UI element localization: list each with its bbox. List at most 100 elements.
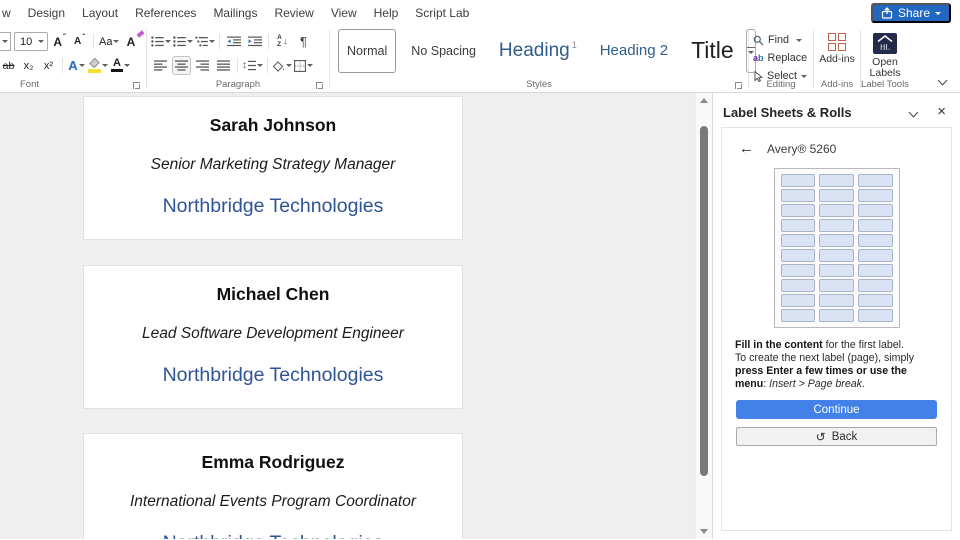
bullets-button[interactable] bbox=[151, 32, 171, 51]
strikethrough-button[interactable]: ab bbox=[0, 56, 17, 75]
font-name-combo[interactable] bbox=[0, 32, 11, 51]
align-center-button[interactable] bbox=[172, 56, 191, 75]
label-cell bbox=[819, 249, 854, 262]
align-right-button[interactable] bbox=[193, 56, 212, 75]
instruction-segment: To create the next label (page), simply bbox=[735, 352, 915, 364]
instruction-segment: Fill in the content bbox=[735, 339, 823, 351]
menu-tab-w[interactable]: w bbox=[2, 6, 11, 20]
menu-tab-script-lab[interactable]: Script Lab bbox=[415, 6, 469, 20]
ribbon: 10 Aˆ Aˇ Aa A ab x₂ x² A A Font A Z ↓ ¶ … bbox=[0, 25, 960, 93]
style-chip-normal[interactable]: Normal bbox=[338, 28, 397, 73]
change-case-button[interactable]: Aa bbox=[99, 32, 120, 51]
label-cell bbox=[857, 249, 893, 262]
borders-grid-icon bbox=[294, 59, 306, 72]
scroll-up-icon[interactable] bbox=[700, 98, 708, 103]
line-spacing-button[interactable]: ↕ bbox=[242, 56, 263, 75]
multilevel-list-button[interactable] bbox=[195, 32, 215, 51]
style-chip-title[interactable]: Title bbox=[683, 29, 742, 73]
label-cell bbox=[857, 234, 893, 247]
menu-tab-review[interactable]: Review bbox=[274, 6, 313, 20]
document-scrollbar[interactable] bbox=[695, 93, 712, 539]
font-dialog-launcher[interactable] bbox=[133, 82, 140, 89]
label-cell bbox=[819, 174, 854, 187]
font-size-combo[interactable]: 10 bbox=[14, 32, 48, 51]
chevron-down-icon bbox=[209, 40, 215, 43]
continue-button[interactable]: Continue bbox=[736, 400, 937, 419]
back-arrow-icon[interactable]: ← bbox=[739, 141, 754, 156]
editing-group-label: Editing bbox=[766, 79, 796, 90]
text-effects-button[interactable]: A bbox=[68, 56, 85, 75]
clear-formatting-button[interactable]: A bbox=[122, 30, 145, 51]
close-icon[interactable]: × bbox=[937, 104, 946, 119]
style-chip-heading-2[interactable]: Heading 2 bbox=[592, 29, 676, 73]
menu-tab-help[interactable]: Help bbox=[374, 6, 399, 20]
find-button[interactable]: Find bbox=[753, 31, 813, 49]
share-icon bbox=[881, 7, 893, 19]
font-color-icon: A bbox=[111, 57, 123, 73]
align-left-button[interactable] bbox=[151, 56, 170, 75]
share-button[interactable]: Share bbox=[870, 3, 951, 23]
label-company[interactable]: Northbridge Technologies bbox=[84, 362, 462, 388]
menu-tab-references[interactable]: References bbox=[135, 6, 196, 20]
label-card-1[interactable]: Sarah Johnson Senior Marketing Strategy M… bbox=[83, 96, 463, 240]
collapse-ribbon-icon[interactable] bbox=[937, 75, 948, 86]
change-case-icon: Aa bbox=[99, 35, 113, 48]
paragraph-group-label: Paragraph bbox=[215, 79, 261, 90]
label-company[interactable]: Northbridge Technologies bbox=[84, 193, 462, 219]
paragraph-group: AZ ↓ ¶ ↕ Paragraph bbox=[147, 25, 329, 92]
shading-button[interactable] bbox=[272, 56, 292, 75]
text-highlight-button[interactable] bbox=[88, 56, 108, 75]
styles-group: Normal No Spacing Heading 1 Heading 2 Title S… bbox=[330, 25, 756, 92]
font-group: 10 Aˆ Aˇ Aa A ab x₂ x² A A Font bbox=[0, 25, 146, 92]
document-canvas[interactable]: Sarah Johnson Senior Marketing Strategy M… bbox=[0, 93, 695, 539]
decrease-indent-button[interactable] bbox=[224, 32, 243, 51]
instruction-segment: Insert > Page break bbox=[769, 378, 862, 390]
label-name[interactable]: Emma Rodriguez bbox=[84, 450, 462, 474]
superscript-button[interactable]: x² bbox=[40, 56, 57, 75]
subscript-button[interactable]: x₂ bbox=[20, 56, 37, 75]
scrollbar-thumb[interactable] bbox=[700, 126, 708, 476]
increase-indent-button[interactable] bbox=[245, 32, 264, 51]
justify-button[interactable] bbox=[214, 56, 233, 75]
label-card-3[interactable]: Emma Rodriguez International Events Progr… bbox=[83, 433, 463, 539]
sort-button[interactable]: AZ ↓ bbox=[273, 32, 292, 51]
replace-label: Replace bbox=[767, 52, 808, 64]
styles-dialog-launcher[interactable] bbox=[735, 82, 742, 89]
label-title[interactable]: Senior Marketing Strategy Manager bbox=[84, 155, 462, 175]
borders-button[interactable] bbox=[294, 56, 313, 75]
font-color-button[interactable]: A bbox=[111, 56, 130, 75]
menu-tab-layout[interactable]: Layout bbox=[82, 6, 118, 20]
label-name[interactable]: Michael Chen bbox=[84, 282, 462, 306]
label-title[interactable]: International Events Program Coordinator bbox=[84, 492, 462, 512]
replace-button[interactable]: ab Replace bbox=[753, 49, 813, 67]
justify-icon bbox=[217, 60, 230, 71]
label-sheet-grid bbox=[780, 174, 893, 322]
open-labels-button[interactable]: HL Open Labels bbox=[861, 31, 909, 79]
undo-arrow-icon: ↺ bbox=[815, 429, 826, 444]
label-company[interactable]: Northbridge Technologies bbox=[84, 530, 462, 539]
menu-tab-mailings[interactable]: Mailings bbox=[213, 6, 257, 20]
style-chip-heading[interactable]: Heading 1 bbox=[491, 29, 585, 73]
label-card-2[interactable]: Michael Chen Lead Software Development En… bbox=[83, 265, 463, 409]
label-title[interactable]: Lead Software Development Engineer bbox=[84, 324, 462, 344]
style-chip-no-spacing[interactable]: No Spacing bbox=[403, 29, 484, 73]
divider bbox=[268, 34, 269, 49]
align-left-icon bbox=[154, 60, 167, 71]
label-cell bbox=[780, 189, 816, 202]
decrease-indent-icon bbox=[226, 36, 241, 47]
grow-font-button[interactable]: Aˆ bbox=[51, 32, 68, 51]
label-cell bbox=[857, 174, 893, 187]
menu-tab-design[interactable]: Design bbox=[28, 6, 65, 20]
show-hide-marks-button[interactable]: ¶ bbox=[294, 32, 313, 51]
paragraph-dialog-launcher[interactable] bbox=[316, 82, 323, 89]
numbering-button[interactable] bbox=[173, 32, 193, 51]
label-name[interactable]: Sarah Johnson bbox=[84, 113, 462, 137]
pane-options-chevron-icon[interactable] bbox=[908, 107, 919, 117]
back-button[interactable]: ↺ Back bbox=[736, 427, 937, 446]
addins-button[interactable]: Add-ins bbox=[814, 31, 860, 65]
menu-tab-view[interactable]: View bbox=[331, 6, 357, 20]
task-pane-header: Label Sheets & Rolls × bbox=[713, 93, 960, 123]
scroll-down-icon[interactable] bbox=[700, 529, 708, 534]
eraser-icon bbox=[137, 30, 145, 38]
shrink-font-button[interactable]: Aˇ bbox=[71, 32, 88, 51]
